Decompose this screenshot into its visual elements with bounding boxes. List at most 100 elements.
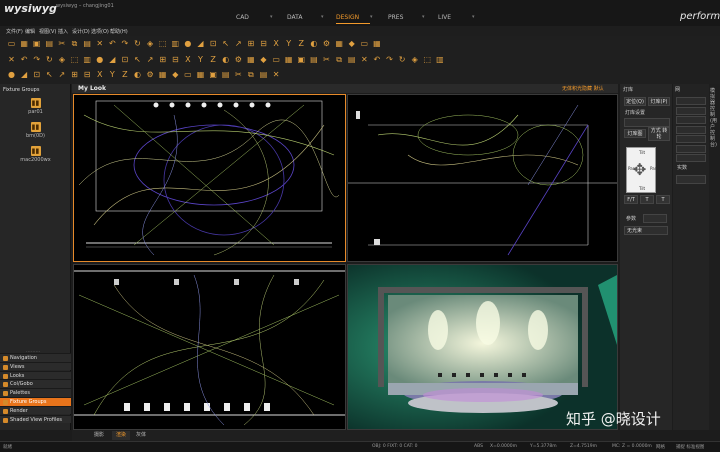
toolbar-button-icon[interactable]: ◢ (19, 69, 30, 80)
toolbar-button-icon[interactable]: Z (208, 54, 219, 65)
view-options[interactable]: 无体积光隐藏 默认 (562, 85, 604, 92)
toolbar-button-icon[interactable]: ▣ (296, 54, 307, 65)
toolbar-button-icon[interactable]: ▣ (31, 38, 42, 49)
toolbar-button-icon[interactable]: ▦ (157, 69, 168, 80)
toolbar-button-icon[interactable]: ↻ (44, 54, 55, 65)
toolbar-button-icon[interactable]: ◆ (170, 69, 181, 80)
toolbar-button-icon[interactable]: ◢ (195, 38, 206, 49)
toolbar-button-icon[interactable]: ▭ (6, 38, 17, 49)
toolbar-button-icon[interactable]: ⬚ (69, 54, 80, 65)
toolbar-button-icon[interactable]: ▦ (245, 54, 256, 65)
t-button[interactable]: T (656, 195, 670, 204)
toolbar-button-icon[interactable]: ▭ (182, 69, 193, 80)
nav-item-palettes[interactable]: Palettes (0, 388, 71, 397)
toolbar-button-icon[interactable]: ⊡ (208, 38, 219, 49)
beam-select[interactable]: 无光束 (624, 226, 668, 235)
nav-item-navigation[interactable]: Navigation (0, 353, 71, 362)
side-tab-label[interactable]: 模拟器控制(用户控制台) (710, 88, 719, 148)
menu-item[interactable]: 编辑 (25, 28, 35, 35)
nav-item-fixture-groups[interactable]: Fixture Groups (0, 397, 71, 406)
toolbar-button-icon[interactable]: ▭ (359, 38, 370, 49)
toolbar-button-icon[interactable]: ◢ (107, 54, 118, 65)
dropdown-arrow-icon[interactable]: ▾ (370, 14, 373, 20)
tab-0[interactable]: 摄影 (90, 431, 108, 440)
toolbar-button-icon[interactable]: ◐ (220, 54, 231, 65)
toolbar-button-icon[interactable]: ↻ (132, 38, 143, 49)
toolbar-button-icon[interactable]: ⊡ (31, 69, 42, 80)
toolbar-button-icon[interactable]: ▦ (283, 54, 294, 65)
toolbar-button-icon[interactable]: ↗ (145, 54, 156, 65)
toolbar-button-icon[interactable]: ↖ (44, 69, 55, 80)
toolbar-button-icon[interactable]: ✕ (6, 54, 17, 65)
toolbar-button-icon[interactable]: ◈ (145, 38, 156, 49)
toolbar-button-icon[interactable]: ◈ (409, 54, 420, 65)
fixture-group-bm[interactable]: ▮▮ bm(0D) (0, 122, 71, 139)
fixture-group-mac2000wx[interactable]: ▮▮ mac2000wx (0, 146, 71, 163)
toolbar-button-icon[interactable]: ✂ (56, 38, 67, 49)
toolbar-button-icon[interactable]: ⚙ (321, 38, 332, 49)
toolbar-button-icon[interactable]: ▤ (220, 69, 231, 80)
toolbar-button-icon[interactable]: ↶ (371, 54, 382, 65)
toolbar-button-icon[interactable]: ⧉ (69, 38, 80, 49)
panel-button[interactable] (676, 106, 706, 115)
menu-item[interactable]: 帮助(H) (110, 28, 128, 35)
toolbar-button-icon[interactable]: ⬚ (157, 38, 168, 49)
nav-item-views[interactable]: Views (0, 361, 71, 371)
toolbar-button-icon[interactable]: ⊞ (157, 54, 168, 65)
toolbar-button-icon[interactable]: ▤ (308, 54, 319, 65)
toolbar-button-icon[interactable]: ⊟ (170, 54, 181, 65)
toolbar-button-icon[interactable]: ▭ (271, 54, 282, 65)
toolbar-button-icon[interactable]: ⊞ (69, 69, 80, 80)
toolbar-button-icon[interactable]: ⊟ (82, 69, 93, 80)
toolbar-button-icon[interactable]: ◈ (56, 54, 67, 65)
toolbar-button-icon[interactable]: Z (296, 38, 307, 49)
panel-button[interactable] (676, 135, 706, 143)
toolbar-button-icon[interactable]: ↷ (31, 54, 42, 65)
toolbar-button-icon[interactable]: ↖ (132, 54, 143, 65)
toolbar-button-icon[interactable]: ⧉ (245, 69, 256, 80)
pan-tilt-compass[interactable]: Tilt Tilt Pan Pan ✥ (626, 147, 657, 193)
toolbar-button-icon[interactable]: ▤ (44, 38, 55, 49)
panel-button[interactable] (676, 125, 706, 134)
menu-item[interactable]: 插入 (58, 28, 68, 35)
toolbar-button-icon[interactable]: ▦ (195, 69, 206, 80)
tab-1[interactable]: 渲染 (112, 431, 131, 440)
palette-select[interactable] (624, 118, 670, 127)
panel-button[interactable] (676, 154, 706, 162)
toolbar-button-icon[interactable]: ◐ (132, 69, 143, 80)
toolbar-button-icon[interactable]: ▦ (334, 38, 345, 49)
toolbar-button-icon[interactable]: ↻ (397, 54, 408, 65)
param-input[interactable] (676, 175, 706, 184)
status-snap[interactable]: 捕捉 标准视图 (676, 444, 704, 450)
viewport-front-view[interactable] (73, 264, 346, 430)
viewport-side-view[interactable] (347, 94, 618, 262)
toolbar-button-icon[interactable]: ⚙ (145, 69, 156, 80)
tab-2[interactable]: 灰体 (132, 431, 150, 440)
toolbar-button-icon[interactable]: Y (107, 69, 118, 80)
viewport-shaded-view[interactable] (347, 264, 618, 430)
toolbar-button-icon[interactable]: X (271, 38, 282, 49)
toolbar-button-icon[interactable]: ↶ (19, 54, 30, 65)
toolbar-button-icon[interactable]: X (182, 54, 193, 65)
toolbar-button-icon[interactable]: ↷ (119, 38, 130, 49)
toolbar-button-icon[interactable]: ✕ (359, 54, 370, 65)
toolbar-button-icon[interactable]: ⊞ (245, 38, 256, 49)
toolbar-button-icon[interactable]: ✂ (321, 54, 332, 65)
nav-item-render[interactable]: Render (0, 405, 71, 415)
toolbar-button-icon[interactable]: ▤ (258, 69, 269, 80)
toolbar-button-icon[interactable]: ▦ (371, 38, 382, 49)
panel-button[interactable] (676, 144, 706, 153)
toolbar-button-icon[interactable]: ▤ (82, 38, 93, 49)
menu-item[interactable]: 设计(D) (72, 28, 90, 35)
toolbar-button-icon[interactable]: ✂ (233, 69, 244, 80)
toolbar-button-icon[interactable]: ✕ (94, 38, 105, 49)
toolbar-button-icon[interactable]: ⊟ (258, 38, 269, 49)
nav-item-col-gobo[interactable]: Col/Gobo (0, 379, 71, 388)
toolbar-button-icon[interactable]: ▥ (82, 54, 93, 65)
toolbar-button-icon[interactable]: Y (283, 38, 294, 49)
palette-button[interactable]: 灯库(P) (648, 97, 670, 106)
fixture-group-par01[interactable]: ▮▮ par01 (0, 98, 71, 115)
menu-item[interactable]: 选项(O) (91, 28, 109, 35)
toolbar-button-icon[interactable]: ⧉ (334, 54, 345, 65)
toolbar-button-icon[interactable]: ⚙ (233, 54, 244, 65)
